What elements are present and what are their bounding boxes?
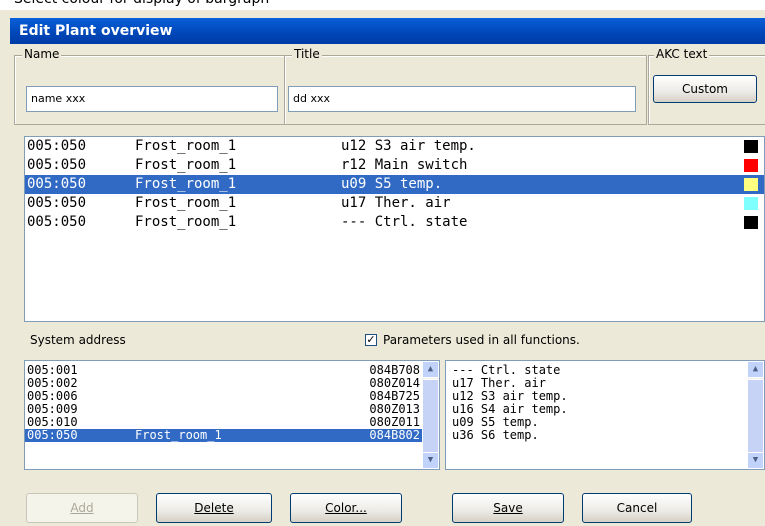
row-parameter: u12 S3 air temp. (341, 138, 476, 154)
color-swatch (744, 178, 758, 191)
delete-button-label: Delete (194, 501, 234, 515)
system-address-row[interactable]: 005:010 080Z011 (25, 416, 422, 429)
row-unit: Frost_room_1 (135, 176, 237, 192)
row-address: 005:050 (27, 157, 87, 173)
scroll-thumb[interactable] (747, 379, 764, 455)
row-parameter: u09 S5 temp. (341, 176, 443, 192)
color-swatch (744, 159, 758, 172)
parameter-list[interactable]: --- Ctrl. state u17 Ther. air u12 S3 air t… (445, 360, 765, 470)
color-swatch (744, 140, 758, 153)
scroll-down-icon[interactable]: ▼ (747, 452, 764, 469)
color-swatch (744, 216, 758, 229)
add-button-label: Add (70, 501, 94, 515)
parameter-list-scrollbar[interactable]: ▲ ▼ (747, 361, 764, 469)
delete-button[interactable]: Delete (156, 493, 272, 523)
window-title: Edit Plant overview (10, 18, 765, 44)
params-checkbox[interactable]: ✓ (365, 334, 377, 346)
system-address-list[interactable]: 005:001 084B708 005:002 080Z014 005:006 084B7… (24, 360, 440, 470)
system-address-row[interactable]: 005:006 084B725 (25, 390, 422, 403)
params-checkbox-label: Parameters used in all functions. (383, 333, 580, 347)
row-name: Frost_room_1 (135, 428, 222, 442)
system-address-row[interactable]: 005:001 084B708 (25, 364, 422, 377)
color-swatch (744, 197, 758, 210)
row-parameter: --- Ctrl. state (341, 214, 468, 230)
plant-overview-list[interactable]: 005:050 Frost_room_1 u12 S3 air temp. 005:0… (24, 136, 765, 322)
status-hint: Select colour for display of bargraph (0, 0, 765, 10)
plant-row[interactable]: 005:050 Frost_room_1 --- Ctrl. state (25, 213, 764, 232)
row-address: 005:050 (27, 195, 87, 211)
system-address-row[interactable]: 005:002 080Z014 (25, 377, 422, 390)
plant-row[interactable]: 005:050 Frost_room_1 r12 Main switch (25, 156, 764, 175)
row-unit: Frost_room_1 (135, 138, 237, 154)
save-button[interactable]: Save (452, 493, 564, 523)
system-address-row[interactable]: 005:050 Frost_room_1 084B802 (25, 429, 422, 442)
akc-group-label: AKC text (654, 47, 710, 61)
scroll-down-icon[interactable]: ▼ (422, 452, 439, 469)
custom-button[interactable]: Custom (653, 75, 757, 103)
title-input[interactable]: dd xxx (288, 86, 636, 112)
row-code: 084B802 (369, 428, 420, 442)
scroll-up-icon[interactable]: ▲ (422, 361, 439, 378)
color-button[interactable]: Color... (290, 493, 402, 523)
add-button[interactable]: Add (26, 493, 138, 523)
name-group-label: Name (22, 47, 62, 61)
plant-row[interactable]: 005:050 Frost_room_1 u09 S5 temp. (25, 175, 764, 194)
system-list-scrollbar[interactable]: ▲ ▼ (422, 361, 439, 469)
cancel-button[interactable]: Cancel (582, 493, 692, 523)
plant-row[interactable]: 005:050 Frost_room_1 u12 S3 air temp. (25, 137, 764, 156)
row-address: 005:050 (27, 138, 87, 154)
name-input[interactable]: name xxx (26, 86, 278, 112)
scroll-up-icon[interactable]: ▲ (747, 361, 764, 378)
parameter-row[interactable]: u36 S6 temp. (446, 429, 748, 442)
system-address-row[interactable]: 005:009 080Z013 (25, 403, 422, 416)
row-address: 005:050 (27, 214, 87, 230)
row-unit: Frost_room_1 (135, 195, 237, 211)
row-address: 005:050 (27, 428, 78, 442)
plant-row[interactable]: 005:050 Frost_room_1 u17 Ther. air (25, 194, 764, 213)
title-group-label: Title (292, 47, 322, 61)
row-unit: Frost_room_1 (135, 157, 237, 173)
parameter-label: u36 S6 temp. (452, 428, 539, 442)
row-parameter: r12 Main switch (341, 157, 468, 173)
save-button-label: Save (493, 501, 523, 515)
row-address: 005:050 (27, 176, 87, 192)
scroll-thumb[interactable] (422, 379, 439, 455)
color-button-label: Color... (325, 501, 367, 515)
row-unit: Frost_room_1 (135, 214, 237, 230)
system-address-label: System address (30, 333, 126, 347)
row-parameter: u17 Ther. air (341, 195, 451, 211)
